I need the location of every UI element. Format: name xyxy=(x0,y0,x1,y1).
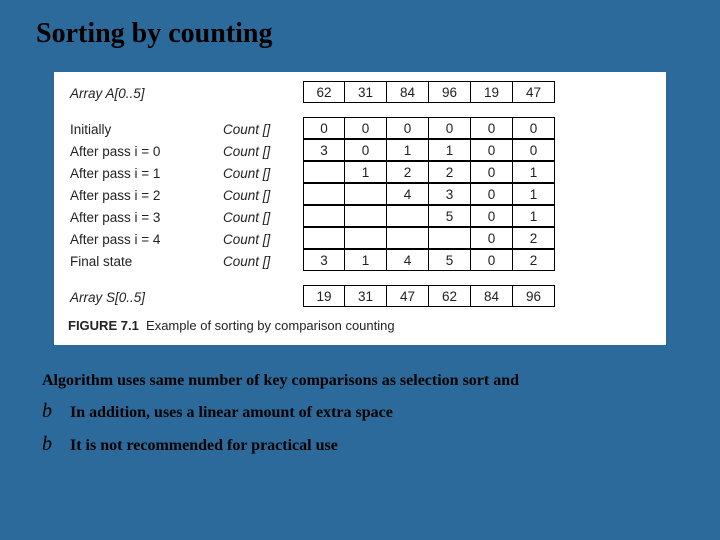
row-label: Final state xyxy=(68,250,223,272)
notes-block: Algorithm uses same number of key compar… xyxy=(36,369,684,460)
count-cell: 0 xyxy=(303,117,345,139)
count-cell xyxy=(344,205,387,227)
count-cell: 0 xyxy=(428,117,471,139)
count-cell: 0 xyxy=(470,249,513,271)
count-cell: 0 xyxy=(344,139,387,161)
figure-caption-text: Example of sorting by comparison countin… xyxy=(146,318,395,333)
count-cell: 1 xyxy=(344,249,387,271)
figure-panel: Array A[0..5] 62 31 84 96 19 47 Initiall… xyxy=(54,72,666,345)
array-top-cell: 31 xyxy=(344,81,387,103)
array-top-cell: 19 xyxy=(470,81,513,103)
figure-caption: FIGURE 7.1 Example of sorting by compari… xyxy=(68,318,652,333)
count-cell: 1 xyxy=(386,139,429,161)
count-cell: 1 xyxy=(512,205,555,227)
count-cell: 0 xyxy=(512,117,555,139)
count-cell xyxy=(303,183,345,205)
row-label: After pass i = 2 xyxy=(68,184,223,206)
array-bottom-cell: 62 xyxy=(428,285,471,307)
bullet-text: In addition, uses a linear amount of ext… xyxy=(70,401,393,426)
array-top-cell: 62 xyxy=(303,81,345,103)
array-top-label: Array A[0..5] xyxy=(68,82,223,104)
row-mid: Count [] xyxy=(223,118,303,140)
array-bottom-label: Array S[0..5] xyxy=(68,286,223,308)
count-cell: 2 xyxy=(386,161,429,183)
count-cell: 2 xyxy=(512,227,555,249)
count-cell: 0 xyxy=(344,117,387,139)
array-bottom-cell: 31 xyxy=(344,285,387,307)
row-mid: Count [] xyxy=(223,228,303,250)
count-cell: 0 xyxy=(512,139,555,161)
row-mid: Count [] xyxy=(223,140,303,162)
array-bottom-cell: 96 xyxy=(512,285,555,307)
row-mid: Count [] xyxy=(223,250,303,272)
count-cell: 1 xyxy=(428,139,471,161)
count-cell: 0 xyxy=(470,139,513,161)
count-cell: 0 xyxy=(470,117,513,139)
count-cell: 0 xyxy=(386,117,429,139)
row-label: After pass i = 1 xyxy=(68,162,223,184)
array-bottom-cell: 47 xyxy=(386,285,429,307)
array-bottom-cell: 19 xyxy=(303,285,345,307)
row-mid: Count [] xyxy=(223,206,303,228)
row-mid: Count [] xyxy=(223,162,303,184)
count-cell: 4 xyxy=(386,183,429,205)
count-cell: 0 xyxy=(470,227,513,249)
slide-title: Sorting by counting xyxy=(36,18,684,50)
count-cell xyxy=(428,227,471,249)
count-cell: 5 xyxy=(428,249,471,271)
count-cell: 4 xyxy=(386,249,429,271)
row-label: Initially xyxy=(68,118,223,140)
count-cell: 1 xyxy=(512,183,555,205)
note-line: Algorithm uses same number of key compar… xyxy=(42,369,684,394)
spacer xyxy=(223,286,303,308)
figure-caption-label: FIGURE 7.1 xyxy=(68,318,139,333)
array-top-cell: 96 xyxy=(428,81,471,103)
count-cell xyxy=(303,161,345,183)
count-cell xyxy=(386,227,429,249)
bullet-icon: b xyxy=(42,429,60,460)
count-cell: 2 xyxy=(428,161,471,183)
figure-grid: Array A[0..5] 62 31 84 96 19 47 Initiall… xyxy=(68,82,652,308)
count-cell xyxy=(303,227,345,249)
count-cell: 3 xyxy=(428,183,471,205)
count-cell: 0 xyxy=(470,161,513,183)
bullet-row: b It is not recommended for practical us… xyxy=(42,429,684,460)
count-cell xyxy=(344,183,387,205)
count-cell xyxy=(303,205,345,227)
count-cell xyxy=(344,227,387,249)
spacer xyxy=(223,82,303,104)
bullet-icon: b xyxy=(42,396,60,427)
count-cell: 2 xyxy=(512,249,555,271)
count-cell: 3 xyxy=(303,249,345,271)
row-label: After pass i = 0 xyxy=(68,140,223,162)
row-mid: Count [] xyxy=(223,184,303,206)
array-top-cell: 47 xyxy=(512,81,555,103)
row-label: After pass i = 3 xyxy=(68,206,223,228)
count-cell: 3 xyxy=(303,139,345,161)
row-label: After pass i = 4 xyxy=(68,228,223,250)
bullet-row: b In addition, uses a linear amount of e… xyxy=(42,396,684,427)
count-cell: 0 xyxy=(470,205,513,227)
array-bottom-cell: 84 xyxy=(470,285,513,307)
bullet-text: It is not recommended for practical use xyxy=(70,434,338,459)
slide: Sorting by counting Array A[0..5] 62 31 … xyxy=(0,0,720,540)
count-cell: 0 xyxy=(470,183,513,205)
array-top-cell: 84 xyxy=(386,81,429,103)
count-cell: 1 xyxy=(344,161,387,183)
count-cell: 5 xyxy=(428,205,471,227)
count-cell: 1 xyxy=(512,161,555,183)
count-cell xyxy=(386,205,429,227)
